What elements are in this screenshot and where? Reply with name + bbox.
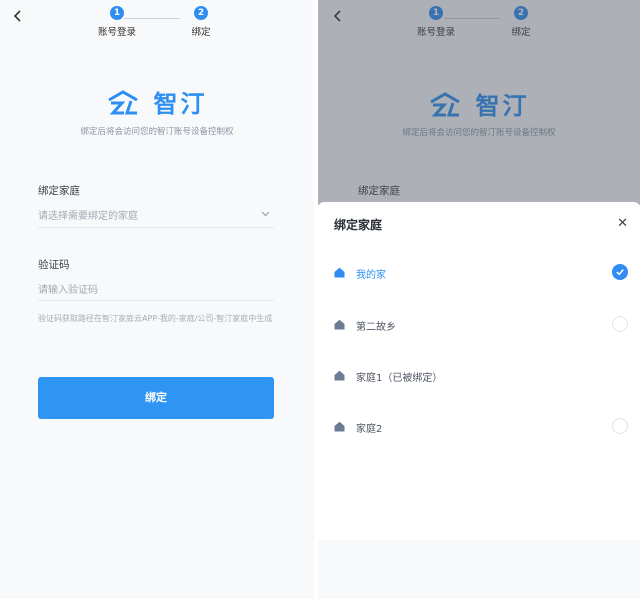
house-icon [334, 370, 345, 381]
home-option[interactable]: 家庭1（已被绑定） [318, 361, 640, 391]
home-option[interactable]: 第二故乡 [318, 310, 640, 340]
brand-logo: 智汀 [0, 84, 314, 119]
step-number: 1 [110, 6, 124, 20]
home-option-label: 我的家 [356, 270, 386, 281]
house-icon [334, 421, 345, 432]
step-number: 2 [194, 6, 208, 20]
house-icon [334, 319, 345, 330]
home-option-label: 家庭1（已被绑定） [356, 373, 443, 384]
stepper: 1 账号登录 2 绑定 [0, 6, 314, 38]
divider [38, 227, 274, 228]
sheet-title: 绑定家庭 [334, 218, 383, 232]
sheet-bottom-area [318, 540, 640, 599]
chevron-down-icon[interactable] [261, 209, 270, 218]
step-label: 绑定 [191, 27, 211, 38]
divider [38, 300, 274, 301]
check-icon[interactable] [612, 264, 628, 280]
step-account-login: 1 账号登录 [87, 6, 147, 38]
step-bind: 2 绑定 [171, 6, 231, 38]
home-option[interactable]: 我的家 [318, 258, 640, 288]
radio-unselected[interactable] [612, 316, 628, 332]
house-icon [334, 267, 345, 278]
home-select[interactable]: 请选择需要绑定的家庭 [38, 207, 138, 222]
verify-code-input[interactable]: 请输入验证码 [38, 281, 98, 296]
home-option[interactable]: 家庭2 [318, 412, 640, 442]
home-option-label: 第二故乡 [356, 322, 396, 333]
step-label: 账号登录 [97, 27, 136, 38]
bind-screen: 1 账号登录 2 绑定 智汀 绑定后将会访问您的智汀账号设备控制权 绑定家庭 请… [0, 0, 314, 599]
bind-button[interactable]: 绑定 [38, 377, 274, 419]
verify-code-label: 验证码 [38, 259, 70, 271]
modal-overlay[interactable] [318, 0, 640, 205]
bind-home-label: 绑定家庭 [38, 185, 80, 197]
page-subtitle: 绑定后将会访问您的智汀账号设备控制权 [80, 127, 234, 137]
verify-code-hint: 验证码获取路径在智汀家庭云APP-我的-家庭/公司-智汀家庭中生成 [38, 314, 273, 323]
home-option-label: 家庭2 [356, 424, 383, 435]
logo-mark-icon [108, 89, 139, 114]
brand-name: 智汀 [153, 90, 208, 118]
close-icon[interactable]: ✕ [617, 216, 628, 231]
radio-unselected[interactable] [612, 418, 628, 434]
